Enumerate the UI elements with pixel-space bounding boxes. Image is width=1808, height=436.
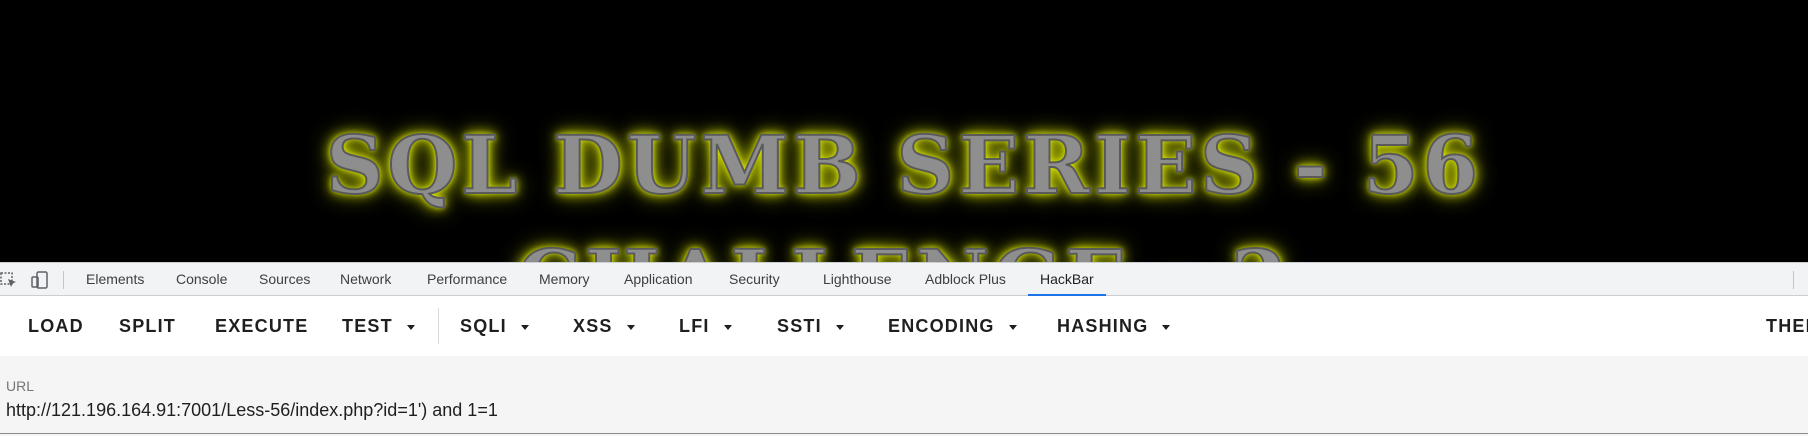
tab-security[interactable]: Security <box>729 263 780 295</box>
tab-performance[interactable]: Performance <box>427 263 507 295</box>
load-button-label: LOAD <box>28 316 84 336</box>
tab-elements[interactable]: Elements <box>86 263 144 295</box>
url-label: URL <box>6 378 35 394</box>
test-dropdown-label: TEST <box>342 316 393 336</box>
execute-button[interactable]: EXECUTE <box>215 296 308 356</box>
hashing-dropdown-label: HASHING <box>1057 316 1149 336</box>
devtools-tab-bar: Elements Console Sources Network Perform… <box>0 262 1808 296</box>
caret-down-icon <box>626 324 635 330</box>
sqli-dropdown-label: SQLI <box>460 316 507 336</box>
url-input[interactable]: http://121.196.164.91:7001/Less-56/index… <box>6 400 498 421</box>
page-viewport: SQL DUMB SERIES - 56 CHALLENGE - 2 <box>0 0 1808 262</box>
sqli-dropdown[interactable]: SQLI <box>460 296 529 356</box>
toolbar-divider <box>438 308 439 344</box>
xss-dropdown[interactable]: XSS <box>573 296 635 356</box>
hashing-dropdown[interactable]: HASHING <box>1057 296 1171 356</box>
load-button[interactable]: LOAD <box>28 296 84 356</box>
tab-sources[interactable]: Sources <box>259 263 310 295</box>
tab-memory[interactable]: Memory <box>539 263 590 295</box>
xss-dropdown-label: XSS <box>573 316 613 336</box>
caret-down-icon <box>723 324 732 330</box>
caret-down-icon <box>406 324 415 330</box>
toolbar-divider <box>63 271 64 289</box>
toolbar-divider <box>1793 271 1794 289</box>
ssti-dropdown[interactable]: SSTI <box>777 296 844 356</box>
tab-adblock-plus[interactable]: Adblock Plus <box>925 263 1006 295</box>
caret-down-icon <box>520 324 529 330</box>
tab-network[interactable]: Network <box>340 263 391 295</box>
banner-subtitle: CHALLENGE - 2 <box>0 231 1808 262</box>
banner-title: SQL DUMB SERIES - 56 <box>325 117 1483 213</box>
theme-button[interactable]: THEM <box>1766 296 1808 356</box>
url-underline <box>0 433 1808 434</box>
lfi-dropdown[interactable]: LFI <box>679 296 732 356</box>
inspect-element-icon[interactable] <box>0 271 18 289</box>
device-toolbar-icon[interactable] <box>31 271 49 289</box>
test-dropdown[interactable]: TEST <box>342 296 415 356</box>
caret-down-icon <box>1008 324 1017 330</box>
split-button[interactable]: SPLIT <box>119 296 176 356</box>
hackbar-toolbar: LOAD SPLIT EXECUTE TEST SQLI XSS LFI SST… <box>0 296 1808 356</box>
lfi-dropdown-label: LFI <box>679 316 710 336</box>
caret-down-icon <box>1162 324 1171 330</box>
tab-console[interactable]: Console <box>176 263 227 295</box>
theme-button-label: THEM <box>1766 316 1808 336</box>
tab-application[interactable]: Application <box>624 263 693 295</box>
tab-lighthouse[interactable]: Lighthouse <box>823 263 892 295</box>
execute-button-label: EXECUTE <box>215 316 309 336</box>
ssti-dropdown-label: SSTI <box>777 316 822 336</box>
encoding-dropdown[interactable]: ENCODING <box>888 296 1017 356</box>
split-button-label: SPLIT <box>119 316 177 336</box>
encoding-dropdown-label: ENCODING <box>888 316 995 336</box>
tab-hackbar[interactable]: HackBar <box>1028 263 1106 296</box>
url-field[interactable]: URL http://121.196.164.91:7001/Less-56/i… <box>0 356 1808 436</box>
caret-down-icon <box>835 324 844 330</box>
